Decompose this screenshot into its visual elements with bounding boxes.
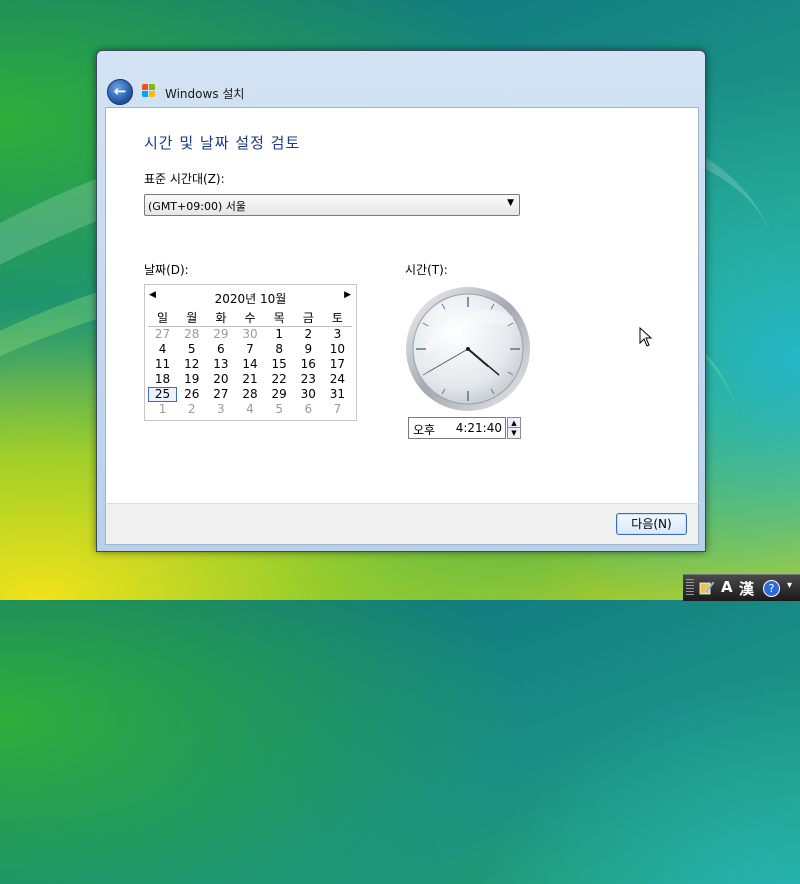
next-button[interactable]: 다음(N) [616, 513, 687, 535]
langbar-grip[interactable] [686, 579, 694, 597]
calendar-day[interactable]: 19 [177, 372, 206, 387]
timezone-value: (GMT+09:00) 서울 [148, 200, 246, 213]
calendar-day[interactable]: 4 [235, 402, 264, 417]
calendar-day[interactable]: 6 [206, 342, 235, 357]
calendar-day[interactable]: 2 [294, 327, 323, 342]
next-month-icon[interactable]: ▶ [344, 290, 351, 300]
page-title: 시간 및 날짜 설정 검토 [144, 134, 301, 152]
calendar-day[interactable]: 15 [265, 357, 294, 372]
langbar-menu-icon[interactable]: ▾ [787, 580, 792, 591]
calendar-day[interactable]: 10 [323, 342, 352, 357]
dropdown-arrow-icon: ▼ [507, 198, 514, 208]
clock-center [466, 347, 470, 351]
time-ampm: 오후 [413, 423, 436, 437]
calendar-day[interactable]: 27 [206, 387, 235, 402]
calendar-weekday: 토 [331, 311, 343, 325]
calendar-week-row: 18 19 20 21 22 23 24 [148, 372, 352, 387]
back-arrow-icon[interactable]: ← [107, 79, 133, 105]
calendar-week-row: 4 5 6 7 8 9 10 [148, 342, 352, 357]
calendar-day[interactable]: 11 [148, 357, 177, 372]
calendar-day[interactable]: 21 [235, 372, 264, 387]
calendar-day[interactable]: 30 [294, 387, 323, 402]
setup-window: ← Windows 설치 시간 및 날짜 설정 검토 표준 시간대(Z): (G… [96, 50, 706, 552]
content-panel: 시간 및 날짜 설정 검토 표준 시간대(Z): (GMT+09:00) 서울 … [105, 107, 699, 504]
calendar-weekday: 금 [302, 311, 314, 325]
time-input[interactable]: 오후 4:21:40 [408, 417, 506, 439]
spin-up-icon[interactable]: ▲ [508, 418, 520, 428]
time-label: 시간(T): [405, 263, 448, 277]
spin-down-icon[interactable]: ▼ [508, 428, 520, 438]
ime-mode-indicator[interactable]: A [721, 578, 733, 596]
time-value: 4:21:40 [455, 421, 502, 435]
calendar-day[interactable]: 13 [206, 357, 235, 372]
date-calendar: ◀ 2020년 10월 ▶ 일 월 화 수 목 금 토 27 28 29 30 1 2 3 4 5 6 7 8 9 10… [144, 284, 357, 421]
ime-pad-icon[interactable] [699, 580, 715, 596]
calendar-day[interactable]: 14 [235, 357, 264, 372]
calendar-day[interactable]: 5 [177, 342, 206, 357]
calendar-weekday: 목 [273, 311, 285, 325]
calendar-week-row: 11 12 13 14 15 16 17 [148, 357, 352, 372]
calendar-day[interactable]: 7 [323, 402, 352, 417]
calendar-day[interactable]: 3 [323, 327, 352, 342]
calendar-weekday: 수 [244, 311, 256, 325]
calendar-weekday: 일 [157, 311, 169, 325]
calendar-day[interactable]: 22 [265, 372, 294, 387]
calendar-week-row: 27 28 29 30 1 2 3 [148, 327, 352, 342]
footer-bar: 다음(N) [105, 503, 699, 545]
calendar-day[interactable]: 5 [265, 402, 294, 417]
calendar-day[interactable]: 3 [206, 402, 235, 417]
calendar-day[interactable]: 24 [323, 372, 352, 387]
calendar-day[interactable]: 20 [206, 372, 235, 387]
calendar-day[interactable]: 1 [148, 402, 177, 417]
calendar-day[interactable]: 12 [177, 357, 206, 372]
calendar-day[interactable]: 7 [235, 342, 264, 357]
date-label: 날짜(D): [144, 263, 189, 277]
analog-clock [406, 287, 530, 411]
calendar-day[interactable]: 8 [265, 342, 294, 357]
timezone-label: 표준 시간대(Z): [144, 172, 225, 186]
calendar-weekday-row: 일월화수목금토 [148, 311, 352, 327]
timezone-select[interactable]: (GMT+09:00) 서울 ▼ [144, 194, 520, 216]
help-icon[interactable]: ? [763, 580, 780, 597]
windows-logo-icon [142, 84, 156, 98]
calendar-day[interactable]: 16 [294, 357, 323, 372]
calendar-day[interactable]: 30 [235, 327, 264, 342]
calendar-day[interactable]: 29 [206, 327, 235, 342]
calendar-day[interactable]: 28 [235, 387, 264, 402]
calendar-day[interactable]: 9 [294, 342, 323, 357]
calendar-grid: 일 월 화 수 목 금 토 27 28 29 30 1 2 3 4 5 6 7 8 9 10 11 12 13 14 15 16 17… [148, 311, 352, 417]
calendar-day[interactable]: 4 [148, 342, 177, 357]
calendar-day[interactable]: 6 [294, 402, 323, 417]
window-title: Windows 설치 [165, 87, 245, 101]
calendar-day[interactable]: 27 [148, 327, 177, 342]
calendar-day[interactable]: 18 [148, 372, 177, 387]
calendar-month-title: 2020년 10월 [214, 292, 287, 306]
calendar-week-row: 1234567 [148, 402, 352, 417]
calendar-day[interactable]: 29 [265, 387, 294, 402]
calendar-day[interactable]: 2 [177, 402, 206, 417]
calendar-day[interactable]: 26 [177, 387, 206, 402]
calendar-day[interactable]: 31 [323, 387, 352, 402]
calendar-day[interactable]: 23 [294, 372, 323, 387]
calendar-weekday: 화 [215, 311, 227, 325]
calendar-weekday: 월 [186, 311, 198, 325]
title-bar: ← Windows 설치 [97, 51, 705, 107]
time-spinner[interactable]: ▲ ▼ [507, 417, 521, 439]
calendar-day[interactable]: 1 [265, 327, 294, 342]
calendar-day[interactable]: 25 [148, 387, 178, 402]
language-bar: A 漢 ? ▾ [683, 574, 800, 601]
mouse-cursor-icon [639, 327, 653, 347]
calendar-week-row: 25 26 27 28 29 30 31 [148, 387, 352, 402]
hanja-convert-button[interactable]: 漢 [739, 578, 754, 599]
calendar-day[interactable]: 17 [323, 357, 352, 372]
calendar-day[interactable]: 28 [177, 327, 206, 342]
